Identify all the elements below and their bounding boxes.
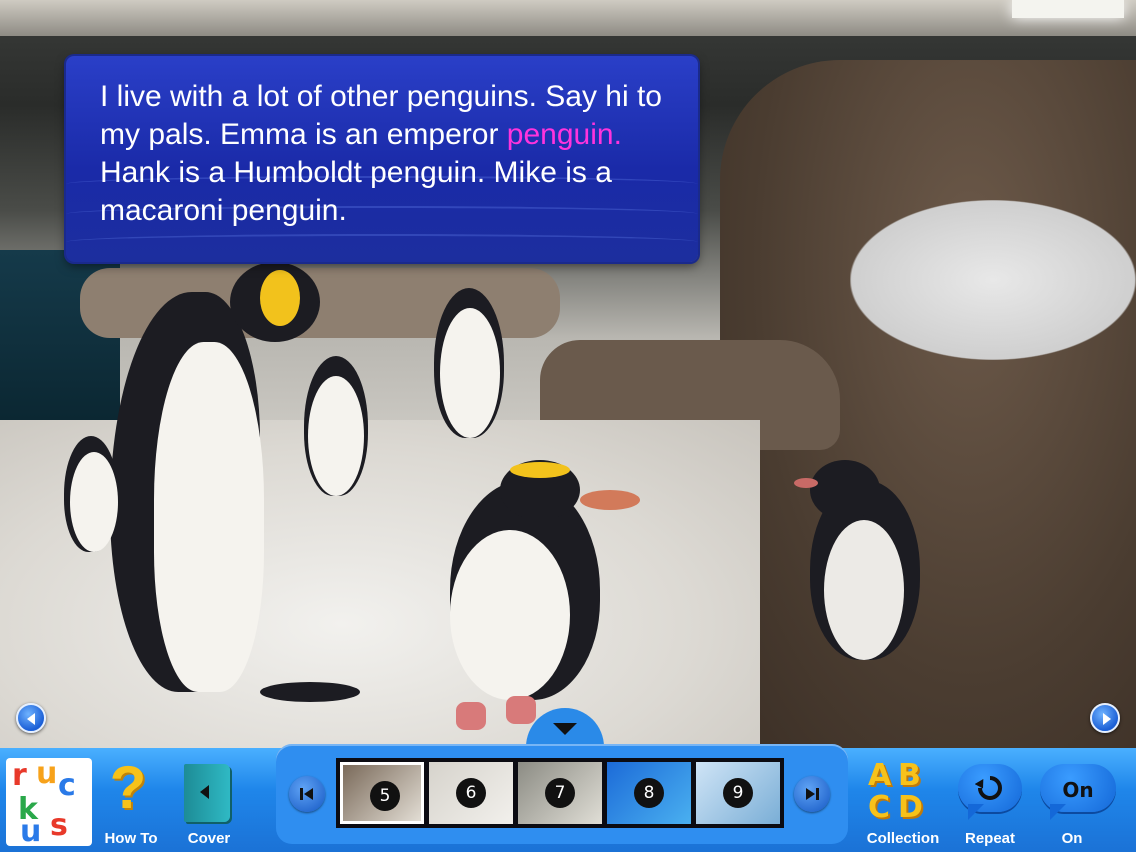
- book-cover-icon[interactable]: [184, 764, 230, 822]
- last-page-button[interactable]: [794, 776, 830, 812]
- logo-letter: s: [50, 808, 68, 843]
- logo-letter: c: [58, 768, 76, 803]
- ceiling-light: [1012, 0, 1124, 18]
- logo-letter: r: [12, 758, 27, 793]
- repeat-button[interactable]: [958, 764, 1022, 820]
- triangle-right-icon: [1103, 713, 1111, 725]
- logo-letter: u: [20, 814, 42, 849]
- triangle-left-icon: [200, 785, 209, 799]
- triangle-down-icon: [553, 723, 577, 735]
- abcd-letter: C: [868, 790, 891, 825]
- page-thumbnail[interactable]: 5: [340, 762, 424, 824]
- skip-forward-icon: [806, 788, 819, 800]
- ruckus-logo-button[interactable]: r u c k u s: [6, 756, 92, 849]
- page-number: 5: [370, 781, 400, 811]
- repeat-icon: [975, 776, 1002, 800]
- background-penguin: [400, 268, 550, 448]
- page-thumbnail[interactable]: 6: [429, 762, 513, 824]
- on-toggle-text[interactable]: On: [1058, 778, 1098, 802]
- background-penguin: [290, 346, 390, 502]
- ceiling: [0, 0, 1136, 36]
- page-number: 7: [545, 778, 575, 808]
- macaroni-penguin[interactable]: [420, 460, 640, 740]
- question-mark-icon[interactable]: ?: [106, 756, 150, 820]
- highlighted-word[interactable]: penguin.: [507, 118, 622, 151]
- page-thumbnail[interactable]: 8: [607, 762, 691, 824]
- next-page-button[interactable]: [1090, 703, 1120, 733]
- cover-label[interactable]: Cover: [176, 830, 242, 847]
- wave-decoration: [66, 234, 698, 250]
- humboldt-penguin[interactable]: [780, 460, 930, 670]
- abcd-collection-icon[interactable]: A B C D: [868, 758, 934, 826]
- page-thumbnails: 5 6 7 8 9: [336, 758, 784, 828]
- story-text[interactable]: I live with a lot of other penguins. Say…: [100, 78, 668, 230]
- abcd-letter: B: [898, 758, 921, 793]
- triangle-left-icon: [27, 713, 35, 725]
- snow-ledge: [850, 200, 1136, 360]
- abcd-letter: A: [868, 758, 892, 793]
- first-page-button[interactable]: [289, 776, 325, 812]
- page-number: 8: [634, 778, 664, 808]
- on-label[interactable]: On: [1050, 830, 1094, 847]
- page-number: 9: [723, 778, 753, 808]
- skip-back-icon: [300, 788, 313, 800]
- page-thumbnail[interactable]: 7: [518, 762, 602, 824]
- abcd-letter: D: [898, 790, 923, 825]
- story-text-box: I live with a lot of other penguins. Say…: [66, 56, 698, 262]
- collection-label[interactable]: Collection: [858, 830, 948, 847]
- page-thumbnail[interactable]: 9: [696, 762, 780, 824]
- logo-letter: u: [36, 756, 58, 791]
- repeat-label[interactable]: Repeat: [952, 830, 1028, 847]
- background-penguin: [60, 426, 130, 552]
- how-to-label[interactable]: How To: [96, 830, 166, 847]
- previous-page-button[interactable]: [16, 703, 46, 733]
- emperor-penguin[interactable]: [110, 262, 360, 702]
- story-segment[interactable]: Hank is a Humboldt penguin. Mike is a ma…: [100, 156, 612, 227]
- page-number: 6: [456, 778, 486, 808]
